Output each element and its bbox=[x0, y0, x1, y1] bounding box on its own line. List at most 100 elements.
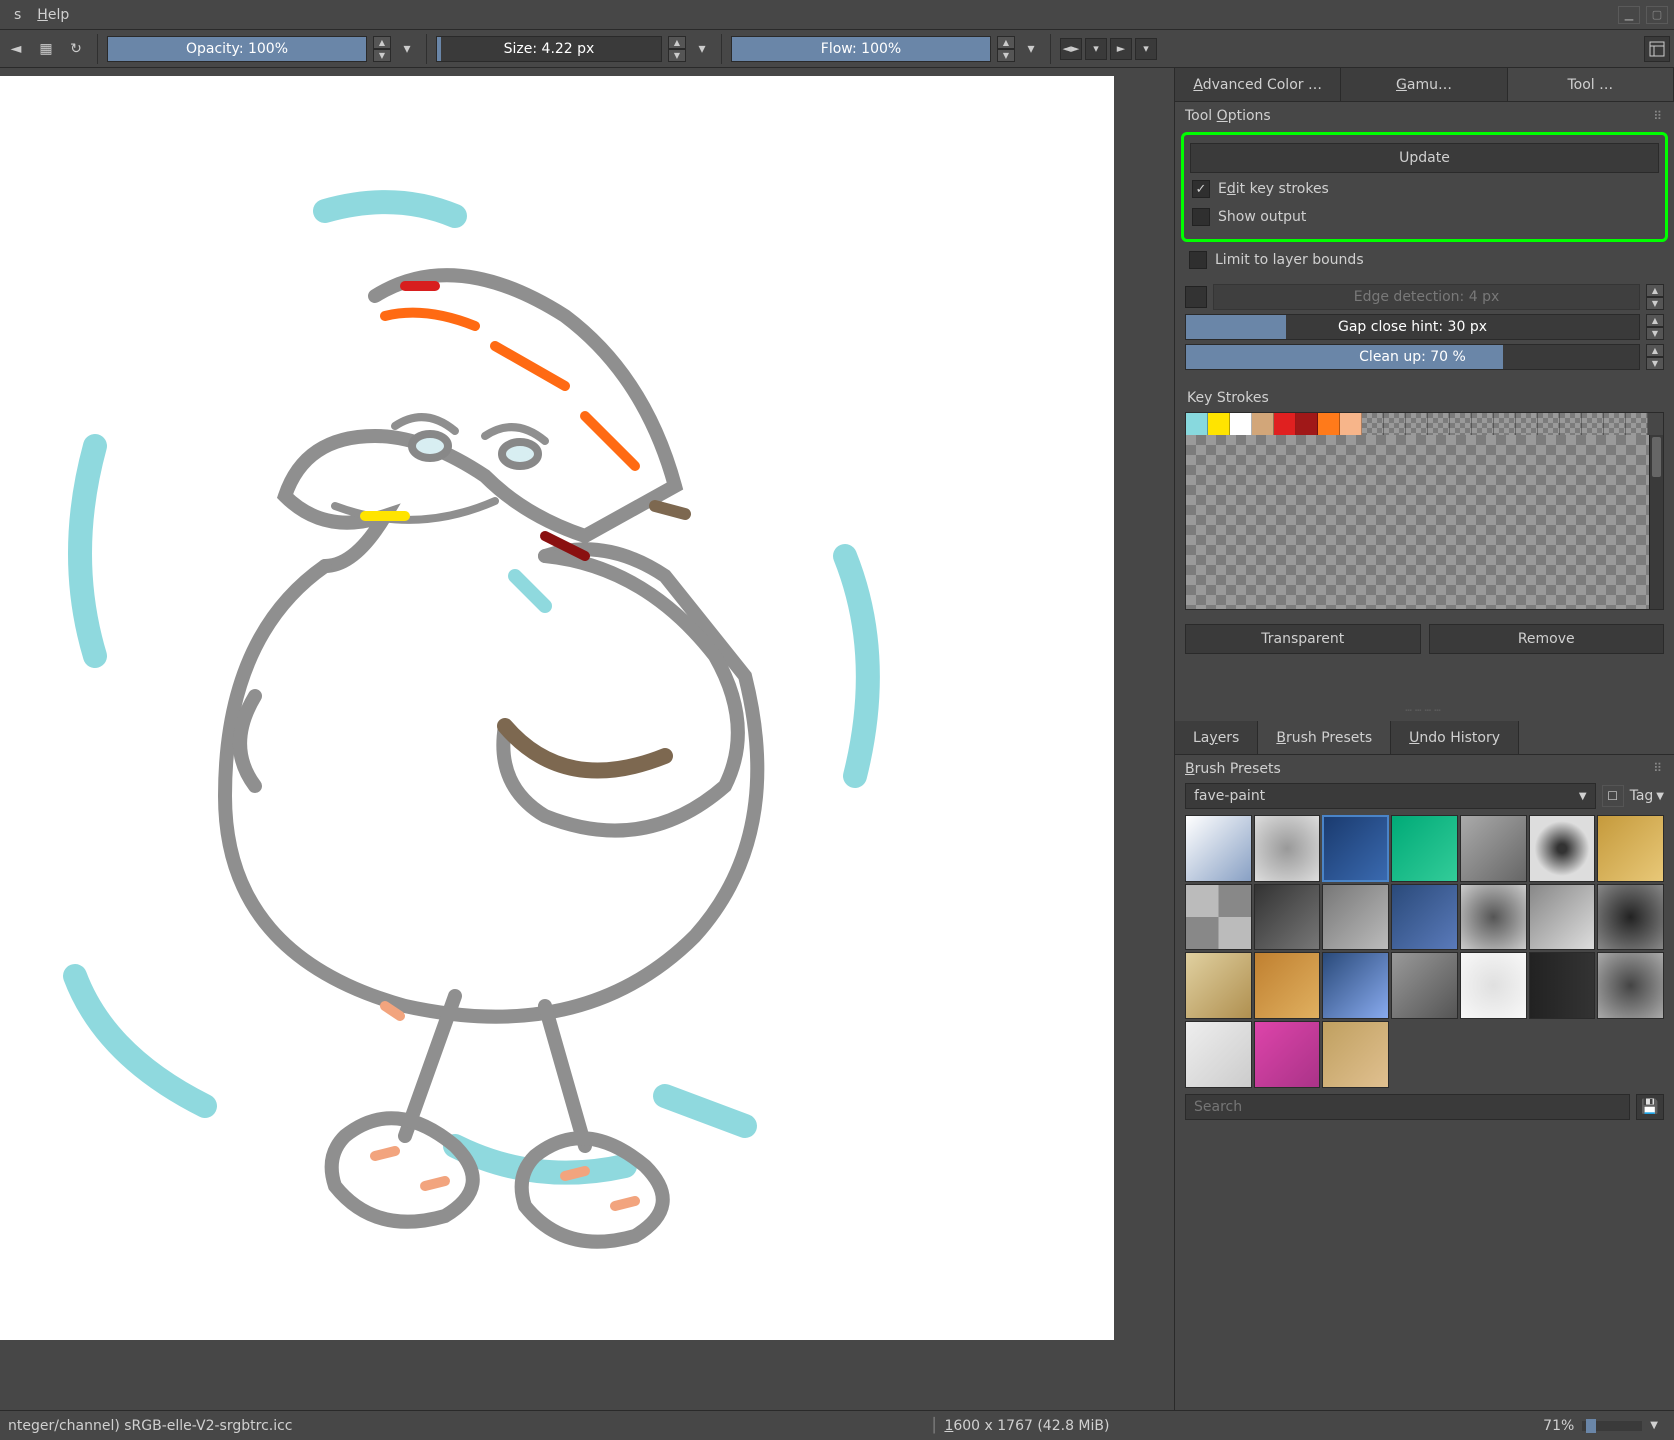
tab-gamut[interactable]: Gamu… bbox=[1341, 68, 1507, 101]
brush-preset-cell[interactable] bbox=[1529, 884, 1596, 951]
brush-preset-cell[interactable] bbox=[1322, 815, 1389, 882]
gap-close-spinner[interactable]: ▲▼ bbox=[1646, 314, 1664, 340]
chevron-left-icon[interactable]: ◄ bbox=[4, 37, 28, 61]
empty-swatch[interactable] bbox=[1604, 413, 1626, 435]
tag-dropdown[interactable]: Tag▼ bbox=[1630, 788, 1664, 804]
brush-preset-cell[interactable] bbox=[1597, 815, 1664, 882]
key-strokes-palette[interactable] bbox=[1185, 412, 1664, 610]
brush-preset-cell[interactable] bbox=[1322, 884, 1389, 951]
gap-close-slider[interactable]: Gap close hint: 30 px bbox=[1185, 314, 1640, 340]
empty-swatch[interactable] bbox=[1494, 413, 1516, 435]
brush-preset-cell[interactable] bbox=[1185, 815, 1252, 882]
save-icon[interactable]: 💾 bbox=[1636, 1094, 1664, 1120]
color-swatch[interactable] bbox=[1208, 413, 1230, 435]
clean-up-spinner[interactable]: ▲▼ bbox=[1646, 344, 1664, 370]
update-button[interactable]: Update bbox=[1190, 143, 1659, 173]
tab-tool-options[interactable]: Tool … bbox=[1508, 68, 1674, 101]
canvas[interactable] bbox=[0, 76, 1114, 1340]
brush-preset-cell[interactable] bbox=[1391, 952, 1458, 1019]
size-dropdown-icon[interactable]: ▾ bbox=[692, 37, 712, 61]
brush-preset-cell[interactable] bbox=[1254, 952, 1321, 1019]
brush-preset-cell[interactable] bbox=[1185, 952, 1252, 1019]
edge-detection-spinner[interactable]: ▲▼ bbox=[1646, 284, 1664, 310]
workspace-config-icon[interactable] bbox=[1644, 36, 1670, 62]
reload-icon[interactable]: ↻ bbox=[64, 37, 88, 61]
brush-preset-cell[interactable] bbox=[1254, 884, 1321, 951]
show-output-checkbox[interactable]: Show output bbox=[1190, 203, 1659, 231]
empty-swatch[interactable] bbox=[1538, 413, 1560, 435]
transparent-button[interactable]: Transparent bbox=[1185, 624, 1421, 654]
color-swatch[interactable] bbox=[1340, 413, 1362, 435]
brush-preset-cell[interactable] bbox=[1254, 1021, 1321, 1088]
empty-swatch[interactable] bbox=[1626, 413, 1648, 435]
preset-filter-dropdown[interactable]: fave-paint ▼ bbox=[1185, 783, 1596, 809]
color-swatch[interactable] bbox=[1318, 413, 1340, 435]
color-swatch[interactable] bbox=[1230, 413, 1252, 435]
edit-key-strokes-checkbox[interactable]: ✓ Edit key strokes bbox=[1190, 175, 1659, 203]
empty-swatch[interactable] bbox=[1450, 413, 1472, 435]
brush-preset-cell[interactable] bbox=[1597, 884, 1664, 951]
brush-preset-cell[interactable] bbox=[1391, 815, 1458, 882]
empty-swatch[interactable] bbox=[1406, 413, 1428, 435]
tab-brush-presets[interactable]: Brush Presets bbox=[1258, 721, 1391, 754]
opacity-slider[interactable]: Opacity: 100% bbox=[107, 36, 367, 62]
preset-search-input[interactable] bbox=[1185, 1094, 1630, 1120]
tab-layers[interactable]: Layers bbox=[1175, 721, 1258, 754]
palette-scrollbar[interactable] bbox=[1649, 435, 1663, 609]
menu-item-s[interactable]: s bbox=[6, 3, 29, 27]
panel-menu-icon[interactable]: ⠿ bbox=[1653, 109, 1664, 123]
empty-swatch[interactable] bbox=[1472, 413, 1494, 435]
top-toolbar: ◄ ▦ ↻ Opacity: 100% ▲▼ ▾ Size: 4.22 px ▲… bbox=[0, 30, 1674, 68]
mirror-h-icon[interactable]: ◄► bbox=[1060, 38, 1082, 60]
empty-swatch[interactable] bbox=[1582, 413, 1604, 435]
mirror-v-icon[interactable]: ► bbox=[1110, 38, 1132, 60]
tab-advanced-color[interactable]: Advanced Color … bbox=[1175, 68, 1341, 101]
tab-undo-history[interactable]: Undo History bbox=[1391, 721, 1519, 754]
zoom-dropdown-icon[interactable]: ▼ bbox=[1650, 1420, 1658, 1431]
brush-preset-cell[interactable] bbox=[1460, 952, 1527, 1019]
edge-detection-slider[interactable]: Edge detection: 4 px bbox=[1213, 284, 1640, 310]
empty-swatch[interactable] bbox=[1384, 413, 1406, 435]
opacity-dropdown-icon[interactable]: ▾ bbox=[397, 37, 417, 61]
bookmark-icon[interactable]: ☐ bbox=[1602, 785, 1624, 807]
flow-dropdown-icon[interactable]: ▾ bbox=[1021, 37, 1041, 61]
window-minimize-icon[interactable]: ▁ bbox=[1618, 6, 1640, 24]
window-maximize-icon[interactable]: ▢ bbox=[1646, 6, 1668, 24]
brush-preset-cell[interactable] bbox=[1391, 884, 1458, 951]
mirror-v-dropdown-icon[interactable]: ▾ bbox=[1135, 38, 1157, 60]
panel-menu-icon[interactable]: ⠿ bbox=[1653, 761, 1664, 777]
empty-swatch[interactable] bbox=[1428, 413, 1450, 435]
empty-swatch[interactable] bbox=[1516, 413, 1538, 435]
color-swatch[interactable] bbox=[1296, 413, 1318, 435]
color-swatch[interactable] bbox=[1186, 413, 1208, 435]
brush-preset-cell[interactable] bbox=[1460, 884, 1527, 951]
size-slider[interactable]: Size: 4.22 px bbox=[436, 36, 662, 62]
mirror-h-dropdown-icon[interactable]: ▾ bbox=[1085, 38, 1107, 60]
empty-swatch[interactable] bbox=[1560, 413, 1582, 435]
edge-detection-toggle[interactable] bbox=[1185, 286, 1207, 308]
menu-item-help[interactable]: Help bbox=[29, 3, 77, 27]
brush-preset-cell[interactable] bbox=[1185, 884, 1252, 951]
dock-grip-icon[interactable]: ┄┄┄┄ bbox=[1175, 704, 1674, 721]
brush-preset-cell[interactable] bbox=[1597, 952, 1664, 1019]
brush-preset-cell[interactable] bbox=[1322, 1021, 1389, 1088]
opacity-spinner[interactable]: ▲▼ bbox=[373, 36, 391, 62]
brush-preset-cell[interactable] bbox=[1529, 952, 1596, 1019]
zoom-slider[interactable] bbox=[1582, 1421, 1642, 1431]
brush-preset-cell[interactable] bbox=[1529, 815, 1596, 882]
clean-up-slider[interactable]: Clean up: 70 % bbox=[1185, 344, 1640, 370]
flow-spinner[interactable]: ▲▼ bbox=[997, 36, 1015, 62]
brush-preset-cell[interactable] bbox=[1322, 952, 1389, 1019]
color-swatch[interactable] bbox=[1252, 413, 1274, 435]
flow-slider[interactable]: Flow: 100% bbox=[731, 36, 991, 62]
remove-button[interactable]: Remove bbox=[1429, 624, 1665, 654]
empty-swatch[interactable] bbox=[1362, 413, 1384, 435]
brush-preset-cell[interactable] bbox=[1460, 815, 1527, 882]
checker-fill-icon[interactable]: ▦ bbox=[34, 37, 58, 61]
limit-to-layer-bounds-checkbox[interactable]: Limit to layer bounds bbox=[1187, 246, 1662, 274]
canvas-area[interactable] bbox=[0, 68, 1174, 1410]
brush-preset-cell[interactable] bbox=[1254, 815, 1321, 882]
color-swatch[interactable] bbox=[1274, 413, 1296, 435]
brush-preset-cell[interactable] bbox=[1185, 1021, 1252, 1088]
size-spinner[interactable]: ▲▼ bbox=[668, 36, 686, 62]
